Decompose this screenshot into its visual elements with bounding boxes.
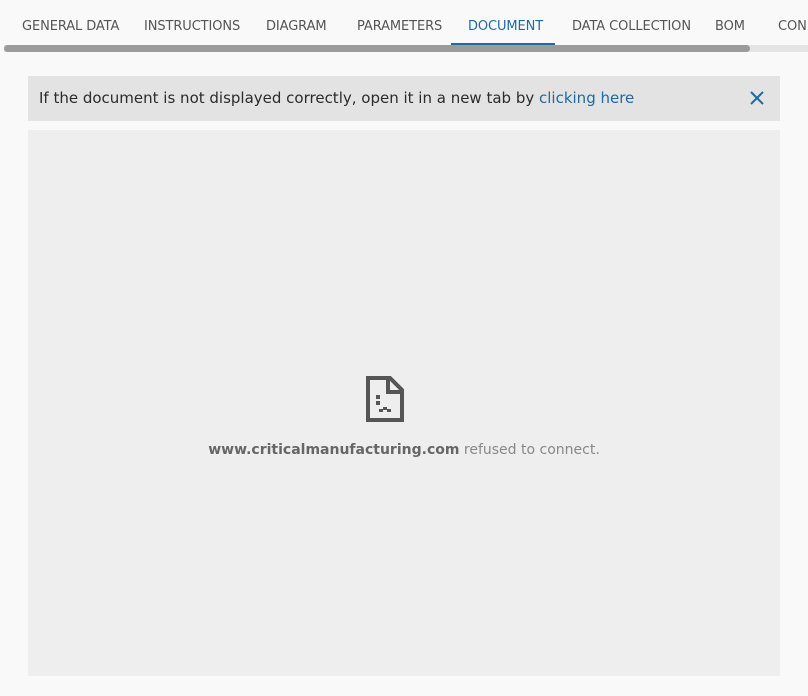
refused-text: refused to connect. [459, 442, 600, 458]
tab-scrollbar-thumb[interactable] [4, 45, 750, 52]
connection-refused-message: www.criticalmanufacturing.com refused to… [28, 442, 780, 458]
tab-document[interactable]: DOCUMENT [468, 0, 543, 44]
refused-host: www.criticalmanufacturing.com [208, 442, 460, 458]
tab-instructions[interactable]: INSTRUCTIONS [144, 0, 240, 44]
open-new-tab-link[interactable]: clicking here [539, 89, 634, 107]
tab-con[interactable]: CON [778, 0, 807, 44]
tab-data-collection[interactable]: DATA COLLECTION [572, 0, 691, 44]
tab-bom[interactable]: BOM [715, 0, 745, 44]
notice-message: If the document is not displayed correct… [39, 76, 634, 121]
tab-parameters[interactable]: PARAMETERS [357, 0, 442, 44]
open-in-new-tab-notice: If the document is not displayed correct… [28, 76, 780, 121]
document-frame: www.criticalmanufacturing.com refused to… [28, 130, 780, 676]
tab-general-data[interactable]: GENERAL DATA [22, 0, 119, 44]
close-icon[interactable] [747, 88, 767, 108]
sad-document-icon [365, 375, 405, 423]
tab-bar: GENERAL DATA INSTRUCTIONS DIAGRAM PARAME… [0, 0, 808, 44]
notice-text: If the document is not displayed correct… [39, 89, 539, 107]
tab-diagram[interactable]: DIAGRAM [266, 0, 327, 44]
